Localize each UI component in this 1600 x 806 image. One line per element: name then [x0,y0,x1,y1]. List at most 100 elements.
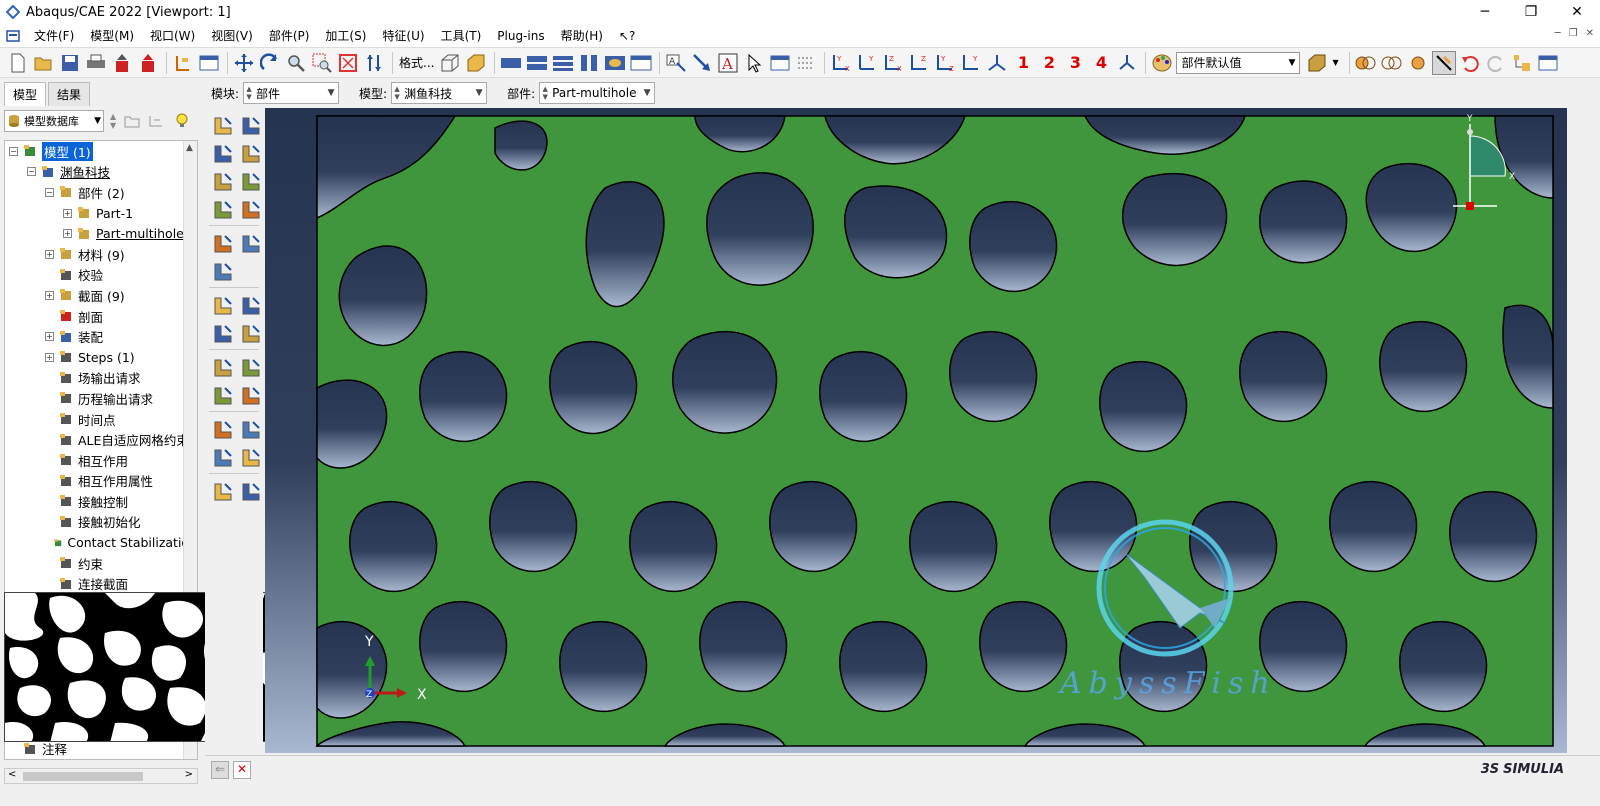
create-wire-icon[interactable] [211,170,235,194]
cancel-procedure-button[interactable]: ✕ [233,761,251,779]
viewport-canvas[interactable]: X Y AbyssFish Y X Z [265,108,1567,753]
table-button[interactable] [197,51,221,75]
grid-options-icon[interactable] [794,51,818,75]
view-zx-icon[interactable]: ZX [881,51,905,75]
mdi-restore-button[interactable]: ❐ [1569,28,1578,39]
save-button[interactable] [58,51,82,75]
tree-item-interactions[interactable]: 相互作用 [5,450,197,471]
menu-model[interactable]: 模型(M) [82,27,142,44]
select-cursor-icon[interactable] [742,51,766,75]
sketch-icon[interactable] [211,260,235,284]
set-icon[interactable] [211,418,235,442]
chevron-down-icon[interactable]: ▼ [1332,58,1338,67]
view-back-icon[interactable] [525,51,549,75]
tree-item-steps[interactable]: + Steps (1) [5,347,197,368]
expand-icon[interactable]: + [45,249,54,259]
partition-cell-icon[interactable] [211,322,235,346]
tree-item-contact-stabilization[interactable]: Contact Stabilization [5,532,197,553]
collapse-icon[interactable]: − [27,167,36,177]
folder-up-icon[interactable] [124,114,140,128]
scroll-up-icon[interactable]: ▲ [186,143,193,153]
close-button[interactable]: ✕ [1554,0,1600,24]
datum-normal-icon[interactable] [239,384,263,408]
view-side-icon[interactable] [577,51,601,75]
scroll-left-icon[interactable]: < [8,769,16,780]
expand-icon[interactable]: + [45,352,54,362]
view-zy-icon[interactable]: Y [959,51,983,75]
filter-tree-icon[interactable] [148,114,164,128]
view-xz-icon[interactable]: Z [907,51,931,75]
format-button[interactable]: 格式... [397,51,436,75]
tree-item-interaction-props[interactable]: 相互作用属性 [5,471,197,492]
display-group-icon[interactable] [768,51,792,75]
maximize-button[interactable]: ❐ [1508,0,1554,24]
tree-item-ale-constraints[interactable]: ALE自适应网格约束 [5,429,197,450]
menu-help[interactable]: 帮助(H) [553,27,611,44]
table-view-icon[interactable] [1536,51,1560,75]
view-4-button[interactable]: 4 [1089,51,1113,75]
create-part-icon[interactable] [211,114,235,138]
visibility-icon[interactable] [1354,51,1378,75]
sort-arrows-icon[interactable]: ▲ ▼ [110,112,116,130]
tab-model[interactable]: 模型 [4,82,47,106]
part-combo[interactable]: ▲ ▼ Part-multihole ▼ [539,82,656,104]
datum-plane-icon[interactable] [211,384,235,408]
collapse-icon[interactable]: − [45,187,54,197]
cycle-views-icon[interactable] [362,51,386,75]
menu-plugins[interactable]: Plug-ins [489,29,552,43]
tree-item-calibration[interactable]: 校验 [5,265,197,286]
menu-tools[interactable]: 工具(T) [433,27,490,44]
open-file-button[interactable] [32,51,56,75]
tree-item-materials[interactable]: + 材料 (9) [5,244,197,265]
create-round-icon[interactable] [211,198,235,222]
tools-icon[interactable] [239,446,263,470]
expand-icon[interactable]: + [63,229,72,239]
part-multihole-geometry[interactable] [315,115,1554,747]
mdi-close-button[interactable]: ✕ [1586,28,1594,39]
tree-item-connector-sections[interactable]: 连接截面 [5,573,197,594]
tree-item-constraints[interactable]: 约束 [5,553,197,574]
lightbulb-icon[interactable] [174,113,190,129]
scroll-right-icon[interactable]: > [185,769,193,780]
mdi-minimize-button[interactable]: ─ [1555,28,1561,39]
tree-item-assembly[interactable]: + 装配 [5,326,197,347]
redo-icon[interactable] [1484,51,1508,75]
datum-point-icon[interactable] [211,232,235,256]
partition-icon[interactable] [211,294,235,318]
tab-results[interactable]: 结果 [48,82,91,106]
back-arrow-button[interactable]: ⇐ [211,761,229,779]
create-solid-icon[interactable] [211,142,235,166]
context-help-button[interactable]: ↖? [611,29,643,43]
partition-edge-icon[interactable] [239,322,263,346]
tree-item-history-output[interactable]: 历程输出请求 [5,388,197,409]
tree-item-contact-controls[interactable]: 接触控制 [5,491,197,512]
expand-icon[interactable]: + [63,208,72,218]
model-database-combo[interactable]: 模型数据库 ▼ [4,110,104,132]
view-xy-icon[interactable]: Y [855,51,879,75]
scroll-thumb[interactable] [23,772,143,781]
tree-item-sections[interactable]: + 截面 (9) [5,285,197,306]
view-yx-icon[interactable]: YX [829,51,853,75]
part-manager-icon[interactable] [239,114,263,138]
view-yz-icon[interactable]: YZ [933,51,957,75]
repair-icon[interactable] [239,198,263,222]
tree-item-parts[interactable]: − 部件 (2) [5,182,197,203]
rotate-icon[interactable] [258,51,282,75]
ring-view-icon[interactable] [603,51,627,75]
view-3-button[interactable]: 3 [1063,51,1087,75]
color-code-combo[interactable]: 部件默认值 ▼ [1176,51,1301,74]
undo-icon[interactable] [1458,51,1482,75]
tree-item-field-output[interactable]: 场输出请求 [5,368,197,389]
module-combo[interactable]: ▲ ▼ 部件 ▼ [243,82,340,104]
datum-xyz-icon[interactable] [211,356,235,380]
datum-csys-icon[interactable] [239,356,263,380]
tree-toggle-button[interactable] [171,51,195,75]
pan-icon[interactable] [232,51,256,75]
menu-shape[interactable]: 加工(S) [317,27,374,44]
attach-icon[interactable] [211,480,235,504]
text-annotation-icon[interactable]: A [716,51,740,75]
assign-icon[interactable] [239,480,263,504]
tree-horizontal-scrollbar[interactable]: < > [4,768,198,784]
create-cut-icon[interactable] [239,170,263,194]
tree-item-company[interactable]: − 渊鱼科技 [5,162,197,183]
